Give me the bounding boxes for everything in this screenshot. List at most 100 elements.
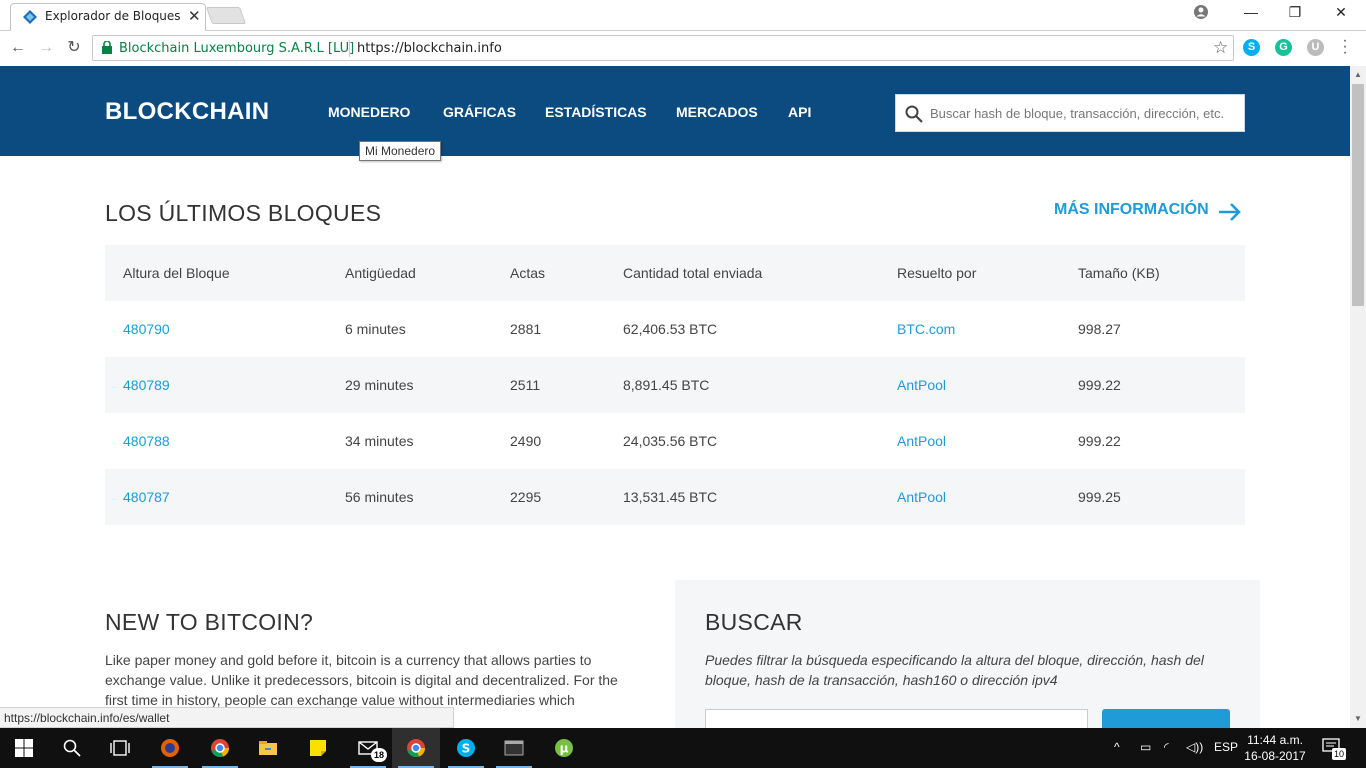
- nav-graficas[interactable]: GRÁFICAS: [443, 104, 516, 120]
- clock-time: 11:44 a.m.: [1247, 733, 1303, 747]
- site-header: BLOCKCHAIN MONEDERO GRÁFICAS ESTADÍSTICA…: [0, 66, 1350, 156]
- terminal-taskbar-item[interactable]: [490, 728, 538, 768]
- wifi-icon[interactable]: ◜: [1164, 740, 1169, 754]
- table-row: 480790 6 minutes 2881 62,406.53 BTC BTC.…: [105, 301, 1245, 357]
- column-header: Tamaño (KB): [1078, 265, 1160, 281]
- maximize-button[interactable]: ❐: [1280, 4, 1310, 24]
- blockchain-favicon-icon: [23, 10, 37, 24]
- notification-count-badge: 10: [1332, 748, 1346, 760]
- new-tab-button[interactable]: [205, 7, 247, 24]
- column-header: Actas: [510, 265, 546, 281]
- profile-icon[interactable]: [1186, 4, 1216, 24]
- utorrent-taskbar-item[interactable]: µ: [540, 728, 588, 768]
- sticky-notes-icon: [310, 740, 326, 756]
- show-hidden-icons-chevron-up-icon[interactable]: ^: [1114, 740, 1120, 754]
- nav-api[interactable]: API: [788, 104, 811, 120]
- terminal-icon: [504, 740, 524, 756]
- taskbar-search-button[interactable]: [48, 728, 96, 768]
- block-miner-link[interactable]: AntPool: [897, 489, 946, 505]
- task-view-button[interactable]: [96, 728, 144, 768]
- svg-text:S: S: [462, 742, 471, 756]
- address-url[interactable]: https://blockchain.info: [357, 41, 502, 56]
- block-height-link[interactable]: 480787: [123, 489, 170, 505]
- column-header: Resuelto por: [897, 265, 977, 281]
- action-center-button[interactable]: 10: [1322, 738, 1346, 760]
- nav-estadisticas[interactable]: ESTADÍSTICAS: [545, 104, 647, 120]
- block-miner-link[interactable]: BTC.com: [897, 321, 955, 337]
- input-language[interactable]: ESP: [1214, 740, 1238, 754]
- column-header: Altura del Bloque: [123, 265, 230, 281]
- forward-arrow-icon[interactable]: →: [36, 38, 56, 58]
- block-miner-link[interactable]: AntPool: [897, 377, 946, 393]
- start-button[interactable]: [0, 728, 48, 768]
- back-arrow-icon[interactable]: ←: [8, 38, 28, 58]
- skype-extension-icon[interactable]: S: [1243, 39, 1260, 56]
- mail-unread-badge: 18: [371, 748, 387, 762]
- mail-taskbar-item[interactable]: 18: [344, 728, 392, 768]
- chrome-active-taskbar-item[interactable]: [392, 728, 440, 768]
- chrome-icon: [407, 739, 425, 758]
- address-bar[interactable]: Blockchain Luxembourg S.A.R.L [LU] https…: [92, 35, 1234, 61]
- scroll-down-icon[interactable]: ▼: [1354, 714, 1362, 723]
- monedero-tooltip: Mi Monedero: [359, 141, 442, 161]
- scrollbar-thumb[interactable]: [1352, 84, 1364, 306]
- blockchain-logo[interactable]: BLOCKCHAIN: [105, 98, 269, 126]
- tab-title: Explorador de Bloques de Bitcoin: [45, 9, 181, 23]
- block-size: 998.27: [1078, 321, 1121, 337]
- block-height-link[interactable]: 480790: [123, 321, 170, 337]
- block-size: 999.22: [1078, 377, 1121, 393]
- file-explorer-taskbar-item[interactable]: [244, 728, 292, 768]
- scroll-up-icon[interactable]: ▲: [1354, 70, 1362, 79]
- sticky-notes-taskbar-item[interactable]: [294, 728, 342, 768]
- block-size: 999.25: [1078, 489, 1121, 505]
- skype-icon: S: [457, 739, 475, 757]
- table-row: 480789 29 minutes 2511 8,891.45 BTC AntP…: [105, 357, 1245, 413]
- browser-menu-icon[interactable]: · · ·: [1340, 33, 1350, 61]
- site-search-input[interactable]: [930, 103, 1236, 123]
- block-size: 999.22: [1078, 433, 1121, 449]
- task-view-icon: [110, 740, 130, 756]
- grammarly-extension-icon[interactable]: G: [1275, 39, 1292, 56]
- firefox-taskbar-item[interactable]: [146, 728, 194, 768]
- chrome-icon: [211, 739, 230, 758]
- bookmark-star-icon[interactable]: ☆: [1213, 38, 1228, 58]
- browser-tab-strip: Explorador de Bloques de Bitcoin ✕ — ❐ ✕: [0, 0, 1366, 31]
- nav-monedero[interactable]: MONEDERO: [328, 104, 410, 120]
- arrow-right-icon[interactable]: [1218, 202, 1242, 222]
- block-tx-count: 2881: [510, 321, 542, 337]
- block-height-link[interactable]: 480788: [123, 433, 170, 449]
- column-header: Cantidad total enviada: [623, 265, 763, 281]
- page-scrollbar[interactable]: ▲ ▼: [1350, 66, 1366, 728]
- close-window-button[interactable]: ✕: [1326, 4, 1356, 24]
- browser-tab[interactable]: Explorador de Bloques de Bitcoin ✕: [10, 3, 206, 31]
- block-tx-count: 2490: [510, 433, 542, 449]
- block-height-link[interactable]: 480789: [123, 377, 170, 393]
- nav-mercados[interactable]: MERCADOS: [676, 104, 758, 120]
- status-bar-url: https://blockchain.info/es/wallet: [0, 707, 454, 728]
- lock-icon: [102, 41, 112, 54]
- block-age: 6 minutes: [345, 321, 406, 337]
- minimize-button[interactable]: —: [1236, 4, 1266, 24]
- more-info-link[interactable]: MÁS INFORMACIÓN: [1054, 201, 1209, 219]
- reload-icon[interactable]: ↻: [64, 38, 84, 58]
- block-total-sent: 13,531.45 BTC: [623, 489, 718, 505]
- chrome-taskbar-item[interactable]: [196, 728, 244, 768]
- address-divider: [349, 40, 350, 57]
- battery-icon[interactable]: ▭: [1140, 740, 1151, 754]
- windows-logo-icon: [15, 739, 33, 757]
- skype-taskbar-item[interactable]: S: [442, 728, 490, 768]
- site-search: [895, 94, 1245, 132]
- block-miner-link[interactable]: AntPool: [897, 433, 946, 449]
- svg-text:µ: µ: [560, 742, 569, 756]
- block-total-sent: 62,406.53 BTC: [623, 321, 718, 337]
- folder-icon: [259, 741, 277, 755]
- search-panel-title: BUSCAR: [705, 609, 803, 635]
- volume-icon[interactable]: ◁)): [1186, 740, 1203, 754]
- table-row: 480787 56 minutes 2295 13,531.45 BTC Ant…: [105, 469, 1245, 525]
- taskbar-clock[interactable]: 11:44 a.m. 16-08-2017: [1240, 732, 1310, 764]
- extension-icon[interactable]: U: [1307, 39, 1324, 56]
- windows-taskbar: 18 S µ ^ ▭ ◜ ◁)) ESP 11:44 a.m. 16-08-20…: [0, 728, 1366, 768]
- browser-toolbar: ← → ↻ Blockchain Luxembourg S.A.R.L [LU]…: [0, 31, 1366, 66]
- tab-close-icon[interactable]: ✕: [188, 7, 201, 25]
- table-row: 480788 34 minutes 2490 24,035.56 BTC Ant…: [105, 413, 1245, 469]
